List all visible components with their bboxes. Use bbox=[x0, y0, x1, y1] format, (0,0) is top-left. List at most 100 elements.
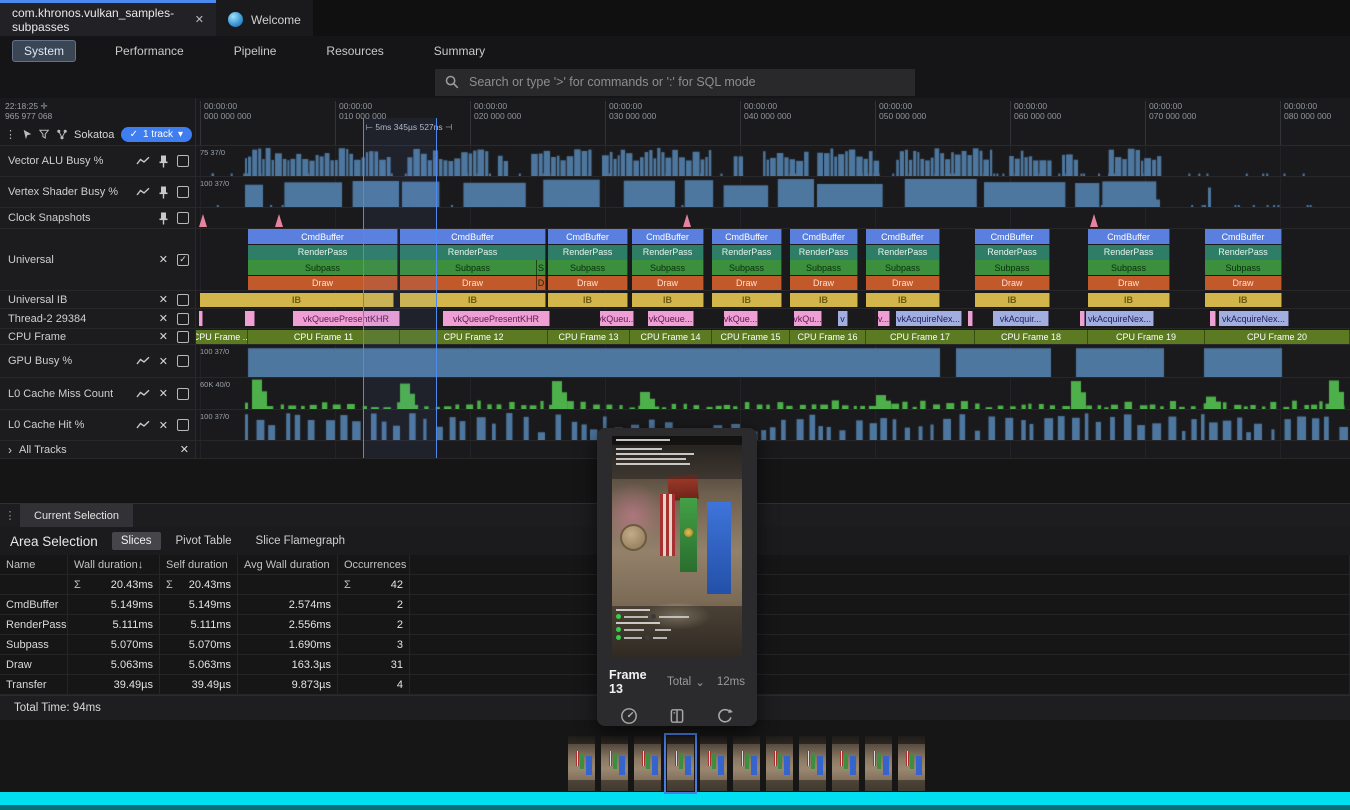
remove-track-icon[interactable]: ✕ bbox=[159, 419, 168, 432]
remove-track-icon[interactable]: ✕ bbox=[159, 355, 168, 368]
track-chart[interactable]: 100 37/0 bbox=[196, 177, 1350, 207]
slice-vkque[interactable]: vkQue... bbox=[724, 311, 758, 326]
slice-s[interactable]: S bbox=[536, 260, 546, 275]
pin-icon[interactable] bbox=[159, 155, 168, 168]
counter-wave[interactable] bbox=[196, 146, 1350, 176]
track-chart[interactable]: 100 37/0 bbox=[196, 410, 1350, 440]
slice-renderpass[interactable]: RenderPass bbox=[1088, 245, 1170, 260]
slice-thread[interactable] bbox=[968, 311, 973, 326]
slice-ib[interactable]: IB bbox=[866, 293, 940, 307]
column-header[interactable]: Wall duration ↓ bbox=[68, 555, 160, 574]
slice-renderpass[interactable]: RenderPass bbox=[975, 245, 1050, 260]
slice-draw[interactable]: Draw bbox=[400, 276, 546, 291]
performance-gauge-button[interactable] bbox=[617, 704, 641, 728]
slice-draw[interactable]: Draw bbox=[712, 276, 782, 291]
selection-tab-slices[interactable]: Slices bbox=[112, 532, 161, 550]
clock-snapshot-marker[interactable] bbox=[1090, 214, 1098, 227]
slice-subpass[interactable]: Subpass bbox=[548, 260, 628, 275]
slice-cpu-frame[interactable]: CPU Frame 18 bbox=[975, 330, 1088, 344]
slice-draw[interactable]: Draw bbox=[975, 276, 1050, 291]
slice-cmdbuffer[interactable]: CmdBuffer bbox=[866, 229, 940, 244]
slice-cpu-frame[interactable]: CPU Frame 20 bbox=[1205, 330, 1350, 344]
tab-current-selection[interactable]: Current Selection bbox=[20, 504, 133, 527]
frame-thumbnail[interactable] bbox=[865, 736, 892, 791]
slice-cmdbuffer[interactable]: CmdBuffer bbox=[632, 229, 704, 244]
slice-subpass[interactable]: Subpass bbox=[248, 260, 398, 275]
track-checkbox[interactable] bbox=[177, 355, 189, 367]
track-checkbox-checked[interactable]: ✓ bbox=[177, 254, 189, 266]
slice-cmdbuffer[interactable]: CmdBuffer bbox=[1205, 229, 1282, 244]
slice-cpu-frame[interactable]: CPU Frame 11 bbox=[248, 330, 400, 344]
slice-ib[interactable]: IB bbox=[632, 293, 704, 307]
frame-thumbnail[interactable] bbox=[799, 736, 826, 791]
slice-subpass[interactable]: Subpass bbox=[712, 260, 782, 275]
track-checkbox[interactable] bbox=[177, 186, 189, 198]
slice-renderpass[interactable]: RenderPass bbox=[866, 245, 940, 260]
slice-renderpass[interactable]: RenderPass bbox=[400, 245, 546, 260]
clock-snapshot-marker[interactable] bbox=[199, 214, 207, 227]
selection-tab-slice-flamegraph[interactable]: Slice Flamegraph bbox=[247, 532, 354, 550]
slice-vkacquirenex[interactable]: vkAcquireNex... bbox=[1219, 311, 1289, 326]
slice-renderpass[interactable]: RenderPass bbox=[712, 245, 782, 260]
counter-wave[interactable] bbox=[196, 378, 1350, 409]
slice-v[interactable]: v bbox=[838, 311, 848, 326]
track-checkbox[interactable] bbox=[177, 155, 189, 167]
trend-icon[interactable] bbox=[136, 356, 150, 366]
slice-v[interactable]: v... bbox=[878, 311, 890, 326]
column-header[interactable]: Name bbox=[0, 555, 68, 574]
nav-tab-performance[interactable]: Performance bbox=[104, 41, 195, 61]
trend-icon[interactable] bbox=[136, 156, 150, 166]
slice-cpu-frame[interactable]: CPU Frame 14 bbox=[630, 330, 712, 344]
remove-track-icon[interactable]: ✕ bbox=[159, 312, 168, 325]
slice-vkqueu[interactable]: vkQueu... bbox=[600, 311, 634, 326]
frame-thumbnail[interactable] bbox=[667, 736, 694, 791]
frame-thumbnail[interactable] bbox=[568, 736, 595, 791]
slice-subpass[interactable]: Subpass bbox=[1205, 260, 1282, 275]
track-checkbox[interactable] bbox=[177, 212, 189, 224]
slice-subpass[interactable]: Subpass bbox=[1088, 260, 1170, 275]
counter-wave[interactable] bbox=[196, 345, 1350, 377]
remove-track-icon[interactable]: ✕ bbox=[159, 330, 168, 343]
track-chart[interactable]: 100 37/0 bbox=[196, 345, 1350, 377]
slice-draw[interactable]: Draw bbox=[790, 276, 858, 291]
track-chart[interactable]: 75 37/0 bbox=[196, 146, 1350, 176]
slice-cmdbuffer[interactable]: CmdBuffer bbox=[790, 229, 858, 244]
more-dots-icon[interactable]: ⋮ bbox=[5, 128, 16, 141]
track-filter-pill[interactable]: ✓ 1 track ▾ bbox=[121, 127, 192, 142]
track-checkbox[interactable] bbox=[177, 294, 189, 306]
slice-cmdbuffer[interactable]: CmdBuffer bbox=[548, 229, 628, 244]
slice-renderpass[interactable]: RenderPass bbox=[790, 245, 858, 260]
track-chart[interactable]: vkQueuePresentKHR vkQueuePresentKHR vkQueu… bbox=[196, 309, 1350, 328]
nav-tab-resources[interactable]: Resources bbox=[315, 41, 394, 61]
clock-snapshot-marker[interactable] bbox=[683, 214, 691, 227]
slice-subpass[interactable]: Subpass bbox=[866, 260, 940, 275]
counter-wave[interactable] bbox=[196, 177, 1350, 207]
frame-thumbnail[interactable] bbox=[733, 736, 760, 791]
slice-draw[interactable]: Draw bbox=[1205, 276, 1282, 291]
track-checkbox[interactable] bbox=[177, 313, 189, 325]
slice-vkqueuepresentkhr[interactable]: vkQueuePresentKHR bbox=[293, 311, 400, 326]
trend-icon[interactable] bbox=[136, 187, 150, 197]
slice-vkqueue[interactable]: vkQueue... bbox=[648, 311, 694, 326]
frame-thumbnail[interactable] bbox=[601, 736, 628, 791]
slice-ib[interactable]: IB bbox=[200, 293, 394, 307]
clock-snapshot-marker[interactable] bbox=[275, 214, 283, 227]
slice-ib[interactable]: IB bbox=[790, 293, 858, 307]
selection-tab-pivot-table[interactable]: Pivot Table bbox=[167, 532, 241, 550]
slice-vkqu[interactable]: vkQu... bbox=[794, 311, 822, 326]
slice-vkqueuepresentkhr[interactable]: vkQueuePresentKHR bbox=[443, 311, 550, 326]
slice-cmdbuffer[interactable]: CmdBuffer bbox=[400, 229, 546, 244]
slice-draw[interactable]: Draw bbox=[248, 276, 398, 291]
track-chart[interactable]: IBIBIBIBIBIBIBIBIBIB bbox=[196, 291, 1350, 308]
slice-thread[interactable] bbox=[199, 311, 203, 326]
close-icon[interactable]: ✕ bbox=[195, 13, 204, 26]
slice-cpu-frame[interactable]: CPU Frame ... bbox=[196, 330, 248, 344]
timeline-ruler[interactable]: 00:00:00000 000 00000:00:00010 000 00000… bbox=[196, 98, 1350, 145]
nav-tab-system[interactable]: System bbox=[12, 40, 76, 62]
slice-vkacquirenex[interactable]: vkAcquireNex... bbox=[1086, 311, 1154, 326]
frame-mode-dropdown[interactable]: Total⌄ bbox=[667, 675, 705, 689]
pin-icon[interactable] bbox=[159, 212, 168, 225]
slice-ib[interactable]: IB bbox=[1205, 293, 1282, 307]
slice-cpu-frame[interactable]: CPU Frame 13 bbox=[548, 330, 630, 344]
slice-thread[interactable] bbox=[245, 311, 255, 326]
